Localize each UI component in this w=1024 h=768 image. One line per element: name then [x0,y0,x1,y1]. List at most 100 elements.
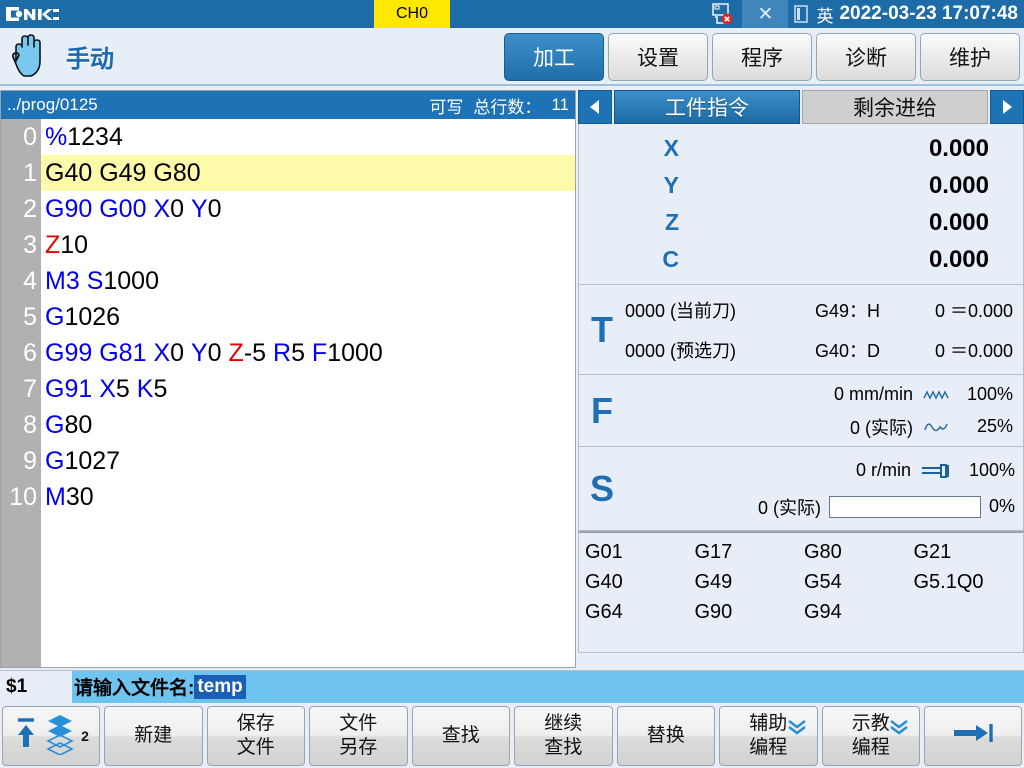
softkey-3[interactable]: 文件另存 [309,706,408,766]
arrow-right-icon[interactable] [990,90,1024,124]
tab-chengxu[interactable]: 程序 [712,33,812,81]
axis-value-z: 0.000 [679,209,1023,237]
softkey-7[interactable]: 辅助编程 [719,706,818,766]
code-token: S [87,267,104,296]
softkey-label-line1: 辅助 [749,712,787,736]
preselect-tool: 0000 (预选刀) [625,337,815,363]
axis-value-x: 0.000 [679,135,1023,163]
app-logo [0,1,60,27]
code-text[interactable]: G1026 [41,299,575,335]
modal-gcode: G49 [695,571,805,601]
axis-value-y: 0.000 [679,172,1023,200]
spindle-override-pct: 100% [961,460,1015,481]
softkey-label-line1: 查找 [442,724,480,748]
modal-gcode: G21 [914,541,1024,571]
filename-input-row[interactable]: 请输入文件名: temp [72,671,1024,703]
code-token: 1027 [64,447,120,476]
tab-zhenduan[interactable]: 诊断 [816,33,916,81]
code-token: G [45,447,64,476]
spindle-override-icon [919,462,953,480]
code-token: F [312,339,327,368]
line-number: 4 [1,263,41,299]
code-token: 1234 [67,123,123,152]
softkey-label-line1: 示教 [852,712,890,736]
total-lines-value: 11 [551,95,569,115]
code-text[interactable]: M3 S1000 [41,263,575,299]
code-text[interactable]: G40 G49 G80 [41,155,575,191]
tab-jiagong[interactable]: 加工 [504,33,604,81]
code-text[interactable]: G1027 [41,443,575,479]
code-token: R [273,339,291,368]
filename-input[interactable]: temp [194,675,245,699]
hand-icon [6,30,52,82]
feed-row-command: 0 mm/min 100% [625,379,1013,411]
tab-workpiece-command[interactable]: 工件指令 [614,90,800,124]
code-line[interactable]: 5G1026 [1,299,575,335]
code-line[interactable]: 6G99 G81 X0 Y0 Z-5 R5 F1000 [1,335,575,371]
modal-gcode [914,601,1024,631]
softkey-4[interactable]: 查找 [412,706,511,766]
softkey-next-page[interactable] [924,706,1022,766]
spindle-row-actual: 0 (实际) 0% [625,489,1015,525]
tab-shezhi[interactable]: 设置 [608,33,708,81]
program-path: ../prog/0125 [7,95,429,115]
code-line[interactable]: 10M30 [1,479,575,515]
code-line[interactable]: 8G80 [1,407,575,443]
code-text[interactable]: G99 G81 X0 Y0 Z-5 R5 F1000 [41,335,575,371]
modal-gcode: G54 [804,571,914,601]
code-token: 5 [291,339,312,368]
code-text[interactable]: %1234 [41,119,575,155]
code-line[interactable]: 0%1234 [1,119,575,155]
code-token: 10 [60,231,88,260]
channel-badge[interactable]: CH0 [374,0,450,28]
tab-remaining-feed[interactable]: 剩余进给 [802,90,988,124]
modal-gcode: G64 [585,601,695,631]
feed-wave-icon [921,386,951,404]
modal-gcode: G40 [585,571,695,601]
axis-label-x: X [579,135,679,162]
modal-gcode: G80 [804,541,914,571]
softkey-2[interactable]: 保存文件 [207,706,306,766]
close-icon[interactable]: ✕ [742,0,788,28]
clock: 2022-03-23 17:07:48 [839,3,1024,25]
feed-value: 0 mm/min [834,384,913,405]
softkey-5[interactable]: 继续查找 [514,706,613,766]
softkey-8[interactable]: 示教编程 [822,706,921,766]
code-lines[interactable]: 0%12341G40 G49 G802G90 G00 X0 Y03Z104M3 … [1,119,575,515]
code-line[interactable]: 4M3 S1000 [1,263,575,299]
code-text[interactable]: G91 X5 K5 [41,371,575,407]
channel-label: $1 [0,676,72,698]
line-number: 5 [1,299,41,335]
network-error-icon[interactable] [702,0,742,28]
ime-language-label[interactable]: 英 [814,2,839,27]
axis-readout: X 0.000 Y 0.000 Z 0.000 C 0.000 [578,124,1024,285]
code-text[interactable]: G90 G00 X0 Y0 [41,191,575,227]
code-area[interactable]: 0%12341G40 G49 G802G90 G00 X0 Y03Z104M3 … [1,119,575,667]
status-panel: 工件指令 剩余进给 X 0.000 Y 0.000 Z 0.000 C 0.00… [578,90,1024,668]
softkey-label-line1: 替换 [647,724,685,748]
softkey-file-level-up[interactable]: 2 [2,706,100,766]
code-line[interactable]: 1G40 G49 G80 [1,155,575,191]
feed-row-actual: 0 (实际) 25% [625,411,1013,443]
softkey-6[interactable]: 替换 [617,706,716,766]
spindle-row-command: 0 r/min 100% [625,453,1015,489]
line-number: 7 [1,371,41,407]
code-token: 80 [64,411,92,440]
ime-icon[interactable] [788,0,814,28]
code-text[interactable]: G80 [41,407,575,443]
code-line[interactable]: 3Z10 [1,227,575,263]
softkey-1[interactable]: 新建 [104,706,203,766]
code-line[interactable]: 9G1027 [1,443,575,479]
tool-row-current: 0000 (当前刀) G49：H 0 ＝0.000 [625,290,1023,330]
tool-length-comp: G49：H [815,297,935,323]
code-token: Z [45,231,60,260]
arrow-left-icon[interactable] [578,90,612,124]
program-editor[interactable]: ../prog/0125 可写 总行数： 11 0%12341G40 G49 G… [0,90,576,668]
code-text[interactable]: Z10 [41,227,575,263]
mode-bar: 手动 加工 设置 程序 诊断 维护 [0,28,1024,86]
softkey-label-line1: 继续 [544,712,582,736]
tab-weihu[interactable]: 维护 [920,33,1020,81]
code-text[interactable]: M30 [41,479,575,515]
code-line[interactable]: 2G90 G00 X0 Y0 [1,191,575,227]
code-line[interactable]: 7G91 X5 K5 [1,371,575,407]
